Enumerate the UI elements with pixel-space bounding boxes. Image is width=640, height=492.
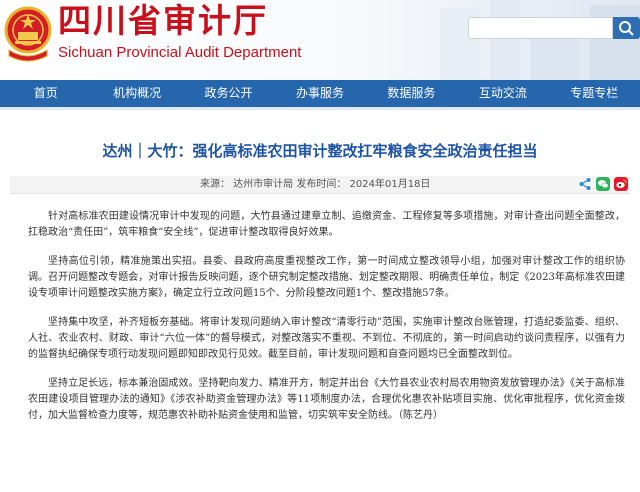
nav-item-interaction[interactable]: 互动交流 — [457, 80, 548, 107]
national-emblem-icon — [4, 6, 52, 62]
site-header: 四川省审计厅 Sichuan Provincial Audit Departme… — [0, 0, 640, 80]
share-icon[interactable] — [578, 177, 592, 191]
nav-item-public[interactable]: 政务公开 — [183, 80, 274, 107]
article-paragraph: 坚持集中攻坚，补齐短板夯基础。将审计发现问题纳入审计整改“清零行动”范围，实施审… — [28, 317, 625, 360]
article-body: 针对高标准农田建设情况审计中发现的问题，大竹县通过建章立制、追缴资金、工程修复等… — [28, 209, 625, 437]
nav-item-home[interactable]: 首页 — [0, 80, 91, 107]
main-nav: 首页 机构概况 政务公开 办事服务 数据服务 互动交流 专题专栏 — [0, 80, 640, 107]
article-paragraph: 坚持高位引领，精准施策出实招。县委、县政府高度重视整改工作，第一时间成立整改领导… — [28, 256, 625, 299]
nav-item-org[interactable]: 机构概况 — [91, 80, 182, 107]
article-meta: 来源： 达州市审计局 发布时间： 2024年01月18日 — [200, 179, 431, 190]
search-button[interactable] — [613, 17, 640, 39]
article-paragraph: 坚持立足长远，标本兼治固成效。坚持靶向发力、精准开方，制定并出台《大竹县农业农村… — [28, 378, 625, 421]
site-subtitle: Sichuan Provincial Audit Department — [58, 44, 302, 61]
search-input[interactable] — [468, 17, 613, 39]
header-decoration — [440, 0, 640, 80]
weibo-icon[interactable] — [614, 177, 628, 191]
article-paragraph: 针对高标准农田建设情况审计中发现的问题，大竹县通过建章立制、追缴资金、工程修复等… — [28, 211, 625, 238]
nav-item-data[interactable]: 数据服务 — [366, 80, 457, 107]
nav-divider — [0, 107, 640, 110]
nav-item-topics[interactable]: 专题专栏 — [549, 80, 640, 107]
search-icon — [619, 21, 634, 36]
article-meta-bar: 来源： 达州市审计局 发布时间： 2024年01月18日 — [10, 176, 630, 194]
site-title[interactable]: 四川省审计厅 — [58, 1, 268, 41]
nav-item-services[interactable]: 办事服务 — [274, 80, 365, 107]
article-title: 达州｜大竹：强化高标准农田审计整改扛牢粮食安全政治责任担当 — [102, 142, 538, 160]
wechat-icon[interactable] — [596, 177, 610, 191]
